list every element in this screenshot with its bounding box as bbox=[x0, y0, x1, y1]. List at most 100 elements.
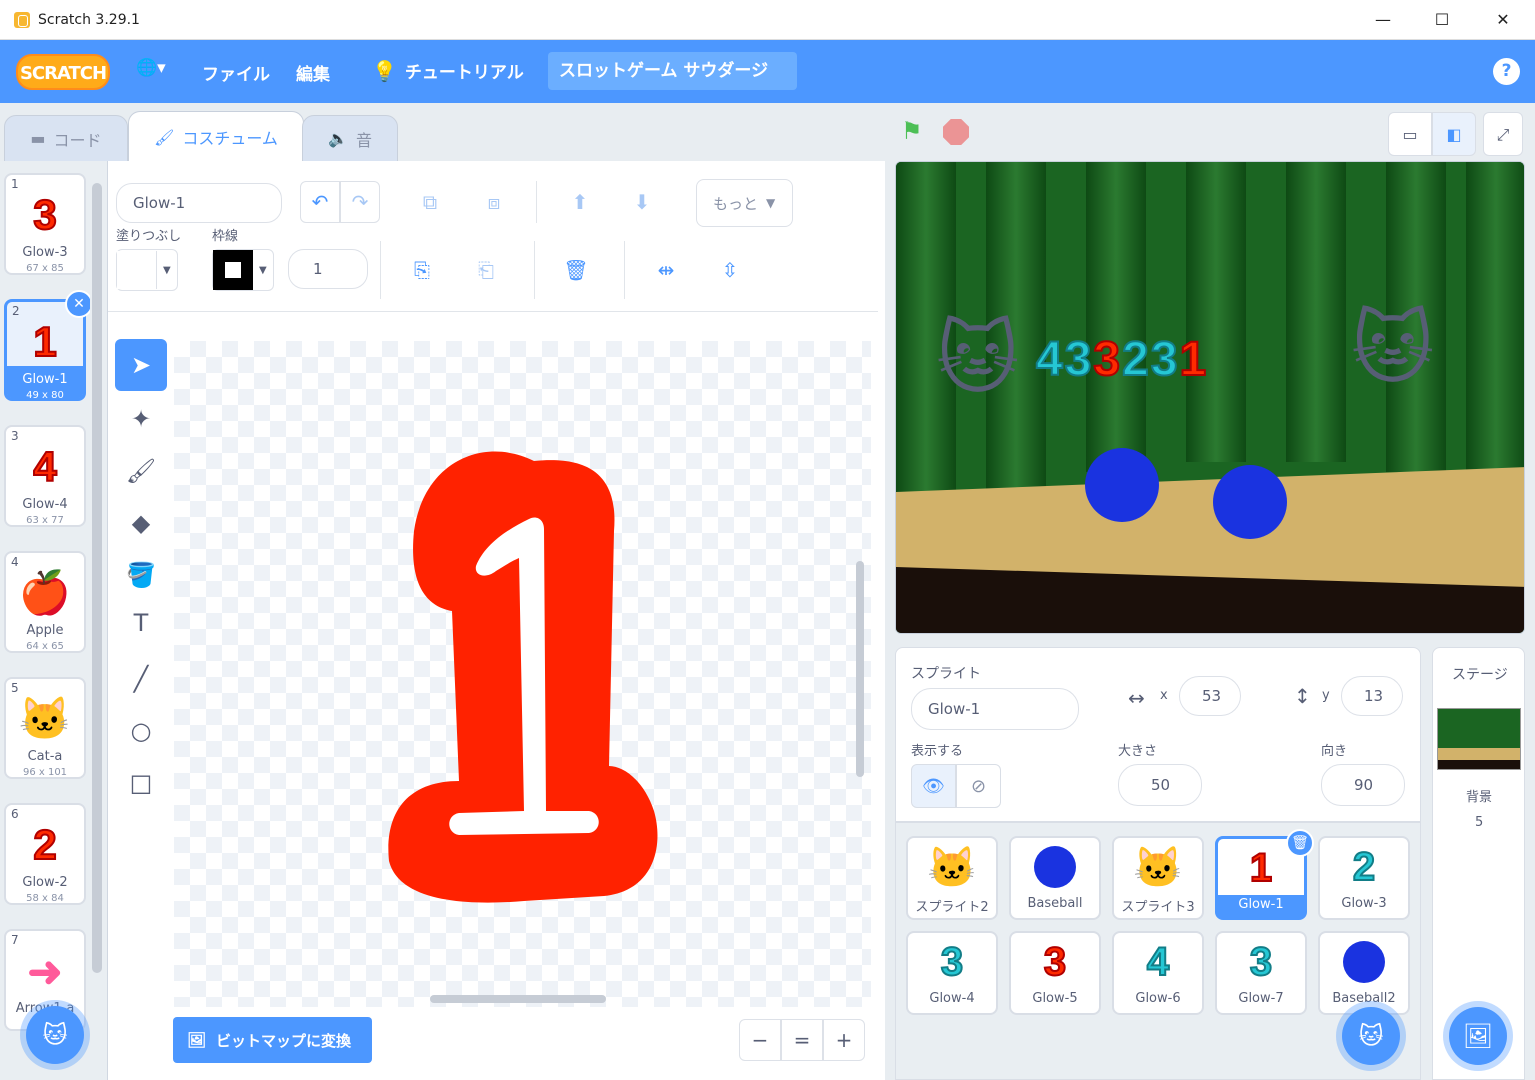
forward-button[interactable]: ⬆ bbox=[560, 181, 600, 223]
green-flag-icon[interactable]: ⚑ bbox=[901, 117, 923, 145]
choose-sprite-button[interactable]: 🐱 bbox=[1342, 1007, 1400, 1065]
redo-button[interactable]: ↷ bbox=[340, 181, 380, 223]
stage-number-sprite[interactable]: 1 bbox=[1179, 332, 1208, 387]
flip-vertical-icon: ⇳ bbox=[721, 258, 739, 282]
sprite-item[interactable]: 2 Glow-3 bbox=[1318, 836, 1410, 920]
outline-color-picker[interactable]: ▼ bbox=[212, 249, 274, 291]
minimize-button[interactable]: — bbox=[1371, 8, 1395, 32]
normal-stage-button[interactable]: ◧ bbox=[1432, 112, 1476, 156]
stage-number-sprite[interactable]: 3 bbox=[1092, 332, 1121, 387]
tab-costumes[interactable]: 🖌 コスチューム bbox=[128, 111, 304, 162]
line-tool[interactable]: ╱ bbox=[115, 653, 167, 705]
speaker-icon: 🔈 bbox=[328, 129, 348, 148]
costume-item[interactable]: 4 🍎 Apple 64 x 65 bbox=[4, 551, 86, 653]
convert-to-bitmap-button[interactable]: 🖼 ビットマップに変換 bbox=[173, 1017, 372, 1063]
brush-tool[interactable]: 🖌 bbox=[115, 445, 167, 497]
costume-item[interactable]: 1 3 Glow-3 67 x 85 bbox=[4, 173, 86, 275]
costume-item[interactable]: 5 🐱 Cat-a 96 x 101 bbox=[4, 677, 86, 779]
circle-icon: ○ bbox=[130, 717, 152, 745]
help-icon[interactable]: ? bbox=[1493, 58, 1520, 85]
hide-sprite-button[interactable]: ⊘ bbox=[956, 764, 1001, 808]
stage-number-sprite[interactable]: 3 bbox=[1064, 332, 1093, 387]
sprite-item[interactable]: 3 Glow-4 bbox=[906, 931, 998, 1015]
y-input[interactable]: 13 bbox=[1341, 676, 1403, 716]
costume-name-input[interactable]: Glow-1 bbox=[116, 183, 282, 223]
tutorials-menu[interactable]: 💡 チュートリアル bbox=[372, 58, 524, 84]
maximize-button[interactable]: ☐ bbox=[1430, 8, 1454, 32]
flip-vertical-button[interactable]: ⇳ bbox=[710, 249, 750, 291]
flip-horizontal-button[interactable]: ⇹ bbox=[646, 249, 686, 291]
paste-button[interactable]: ⎗ bbox=[466, 249, 506, 291]
fill-tool[interactable]: 🪣 bbox=[115, 549, 167, 601]
tab-code-label: コード bbox=[53, 130, 102, 150]
fullscreen-button[interactable]: ⤢ bbox=[1483, 112, 1523, 156]
costume-name: Apple bbox=[26, 623, 64, 638]
select-tool[interactable]: ➤ bbox=[115, 339, 167, 391]
tab-code[interactable]: ▬ コード bbox=[4, 115, 128, 162]
x-input[interactable]: 53 bbox=[1179, 676, 1241, 716]
zoom-in-button[interactable]: + bbox=[823, 1019, 865, 1061]
cat-sprite-left[interactable]: 🐱 bbox=[936, 312, 1019, 405]
canvas-v-scrollbar[interactable] bbox=[856, 561, 864, 777]
stage-number-sprite[interactable]: 3 bbox=[1150, 332, 1179, 387]
stage-number-sprite[interactable]: 2 bbox=[1121, 332, 1150, 387]
sprite-item[interactable]: 3 Glow-7 bbox=[1215, 931, 1307, 1015]
sprite-item[interactable]: Baseball bbox=[1009, 836, 1101, 920]
costume-item[interactable]: 2 1 Glow-1 49 x 80 ✕ bbox=[4, 290, 93, 401]
edit-menu[interactable]: 編集 bbox=[296, 60, 330, 85]
stage-selector[interactable]: ステージ 背景 5 🖼 bbox=[1432, 647, 1525, 1080]
sprite-item[interactable]: 🐱 スプライト3 bbox=[1112, 836, 1204, 920]
zoom-reset-button[interactable]: = bbox=[781, 1019, 823, 1061]
more-menu[interactable]: もっと ▼ bbox=[696, 179, 793, 227]
stage-canvas[interactable]: 433231 🐱 🐱 bbox=[895, 161, 1525, 634]
sprite-name-input[interactable]: Glow-1 bbox=[911, 688, 1079, 730]
delete-costume-icon[interactable]: ✕ bbox=[65, 290, 93, 318]
eraser-tool[interactable]: ◆ bbox=[115, 497, 167, 549]
costume-list-scrollbar[interactable] bbox=[90, 169, 104, 1049]
sprite-item[interactable]: 4 Glow-6 bbox=[1112, 931, 1204, 1015]
size-input[interactable]: 50 bbox=[1118, 764, 1202, 806]
file-menu[interactable]: ファイル bbox=[202, 60, 270, 85]
stop-icon[interactable] bbox=[943, 119, 969, 145]
scratch-logo[interactable]: SCRATCH bbox=[16, 53, 110, 90]
cat-sprite-right[interactable]: 🐱 bbox=[1351, 302, 1434, 395]
text-tool[interactable]: T bbox=[115, 597, 167, 649]
costume-size: 49 x 80 bbox=[26, 390, 64, 401]
costume-item[interactable]: 3 4 Glow-4 63 x 77 bbox=[4, 425, 86, 527]
baseball2-sprite[interactable] bbox=[1213, 465, 1287, 539]
project-title-input[interactable]: スロットゲーム サウダージ bbox=[548, 52, 797, 90]
undo-button[interactable]: ↶ bbox=[300, 181, 340, 223]
sprite-item[interactable]: 🐱 スプライト2 bbox=[906, 836, 998, 920]
backward-button[interactable]: ⬇ bbox=[622, 181, 662, 223]
fill-color-picker[interactable]: ▼ bbox=[116, 249, 178, 291]
choose-backdrop-button[interactable]: 🖼 bbox=[1449, 1007, 1507, 1065]
delete-sprite-icon[interactable]: 🗑 bbox=[1286, 829, 1314, 857]
sprite-item[interactable]: Baseball2 bbox=[1318, 931, 1410, 1015]
paint-canvas[interactable] bbox=[174, 341, 871, 1007]
close-button[interactable]: ✕ bbox=[1491, 8, 1515, 32]
sprite-thumbnail: 🐱 bbox=[1133, 845, 1183, 890]
ungroup-button[interactable]: ⧈ bbox=[474, 181, 514, 223]
tab-sounds[interactable]: 🔈 音 bbox=[302, 115, 398, 162]
canvas-h-scrollbar[interactable] bbox=[430, 995, 606, 1003]
choose-costume-button[interactable]: 🐱 bbox=[26, 1006, 84, 1064]
scrollbar-thumb[interactable] bbox=[92, 183, 102, 973]
circle-tool[interactable]: ○ bbox=[115, 705, 167, 757]
delete-button[interactable]: 🗑 bbox=[556, 249, 596, 291]
direction-input[interactable]: 90 bbox=[1321, 764, 1405, 806]
outline-width-input[interactable]: 1 bbox=[288, 249, 368, 289]
stage-number-sprite[interactable]: 4 bbox=[1035, 332, 1064, 387]
group-button[interactable]: ⧉ bbox=[410, 181, 450, 223]
sprite-item[interactable]: 3 Glow-5 bbox=[1009, 931, 1101, 1015]
rectangle-tool[interactable]: □ bbox=[115, 757, 167, 809]
sprite-thumbnail: 🐱 bbox=[927, 845, 977, 890]
show-sprite-button[interactable]: 👁 bbox=[911, 764, 956, 808]
zoom-out-button[interactable]: − bbox=[739, 1019, 781, 1061]
copy-button[interactable]: ⎘ bbox=[402, 249, 442, 291]
reshape-tool[interactable]: ✦ bbox=[115, 393, 167, 445]
baseball-sprite[interactable] bbox=[1085, 448, 1159, 522]
language-menu-globe-icon[interactable]: 🌐▾ bbox=[136, 58, 166, 78]
costume-item[interactable]: 6 2 Glow-2 58 x 84 bbox=[4, 803, 86, 905]
sprite-item[interactable]: 1 Glow-1 🗑 bbox=[1215, 829, 1314, 920]
small-stage-button[interactable]: ▭ bbox=[1388, 112, 1432, 156]
